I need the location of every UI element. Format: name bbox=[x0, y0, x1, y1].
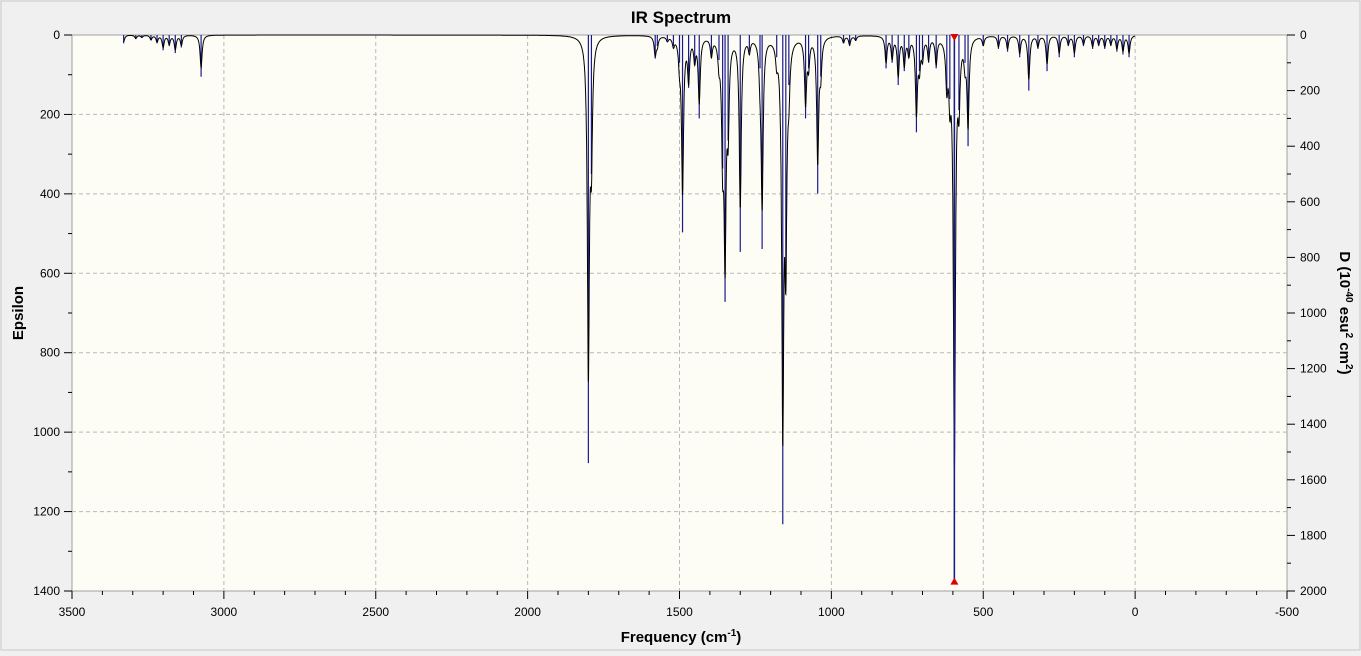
right-y-tick-label: 200 bbox=[1300, 84, 1320, 98]
x-tick-label: 2000 bbox=[514, 605, 541, 619]
x-tick-label: 3500 bbox=[59, 605, 86, 619]
right-y-tick-label: 600 bbox=[1300, 195, 1320, 209]
x-tick-label: 1000 bbox=[818, 605, 845, 619]
right-y-axis-label: D (10-40 esu2 cm2) bbox=[1336, 251, 1354, 374]
right-y-tick-label: 1600 bbox=[1300, 473, 1327, 487]
right-y-tick-label: 1200 bbox=[1300, 362, 1327, 376]
left-y-tick-label: 200 bbox=[40, 107, 60, 121]
chart-title: IR Spectrum bbox=[631, 8, 731, 27]
right-y-tick-label: 1400 bbox=[1300, 417, 1327, 431]
x-tick-label: 0 bbox=[1132, 605, 1139, 619]
right-y-tick-label: 800 bbox=[1300, 250, 1320, 264]
x-tick-label: 1500 bbox=[666, 605, 693, 619]
left-y-tick-label: 1000 bbox=[33, 425, 60, 439]
left-y-tick-label: 800 bbox=[40, 346, 60, 360]
right-y-tick-label: 400 bbox=[1300, 139, 1320, 153]
left-y-tick-label: 600 bbox=[40, 266, 60, 280]
chart-container: IR Spectrum 3500 3000 2500 2000 1500 1000 500 0… bbox=[0, 0, 1361, 651]
right-y-tick-label: 2000 bbox=[1300, 584, 1327, 598]
x-tick-label: 500 bbox=[973, 605, 993, 619]
left-y-axis-label: Epsilon bbox=[10, 286, 27, 340]
right-y-tick-label: 1000 bbox=[1300, 306, 1327, 320]
x-tick-label: 3000 bbox=[211, 605, 238, 619]
x-tick-label: -500 bbox=[1275, 605, 1299, 619]
right-y-tick-label: 0 bbox=[1300, 28, 1307, 42]
left-y-tick-label: 0 bbox=[53, 28, 60, 42]
x-axis-label: Frequency (cm-1) bbox=[621, 628, 742, 646]
left-y-tick-label: 1400 bbox=[33, 584, 60, 598]
x-tick-label: 2500 bbox=[362, 605, 389, 619]
ir-spectrum-chart: IR Spectrum 3500 3000 2500 2000 1500 1000 500 0… bbox=[0, 0, 1361, 651]
right-y-tick-label: 1800 bbox=[1300, 528, 1327, 542]
left-y-tick-label: 400 bbox=[40, 187, 60, 201]
left-y-tick-label: 1200 bbox=[33, 505, 60, 519]
